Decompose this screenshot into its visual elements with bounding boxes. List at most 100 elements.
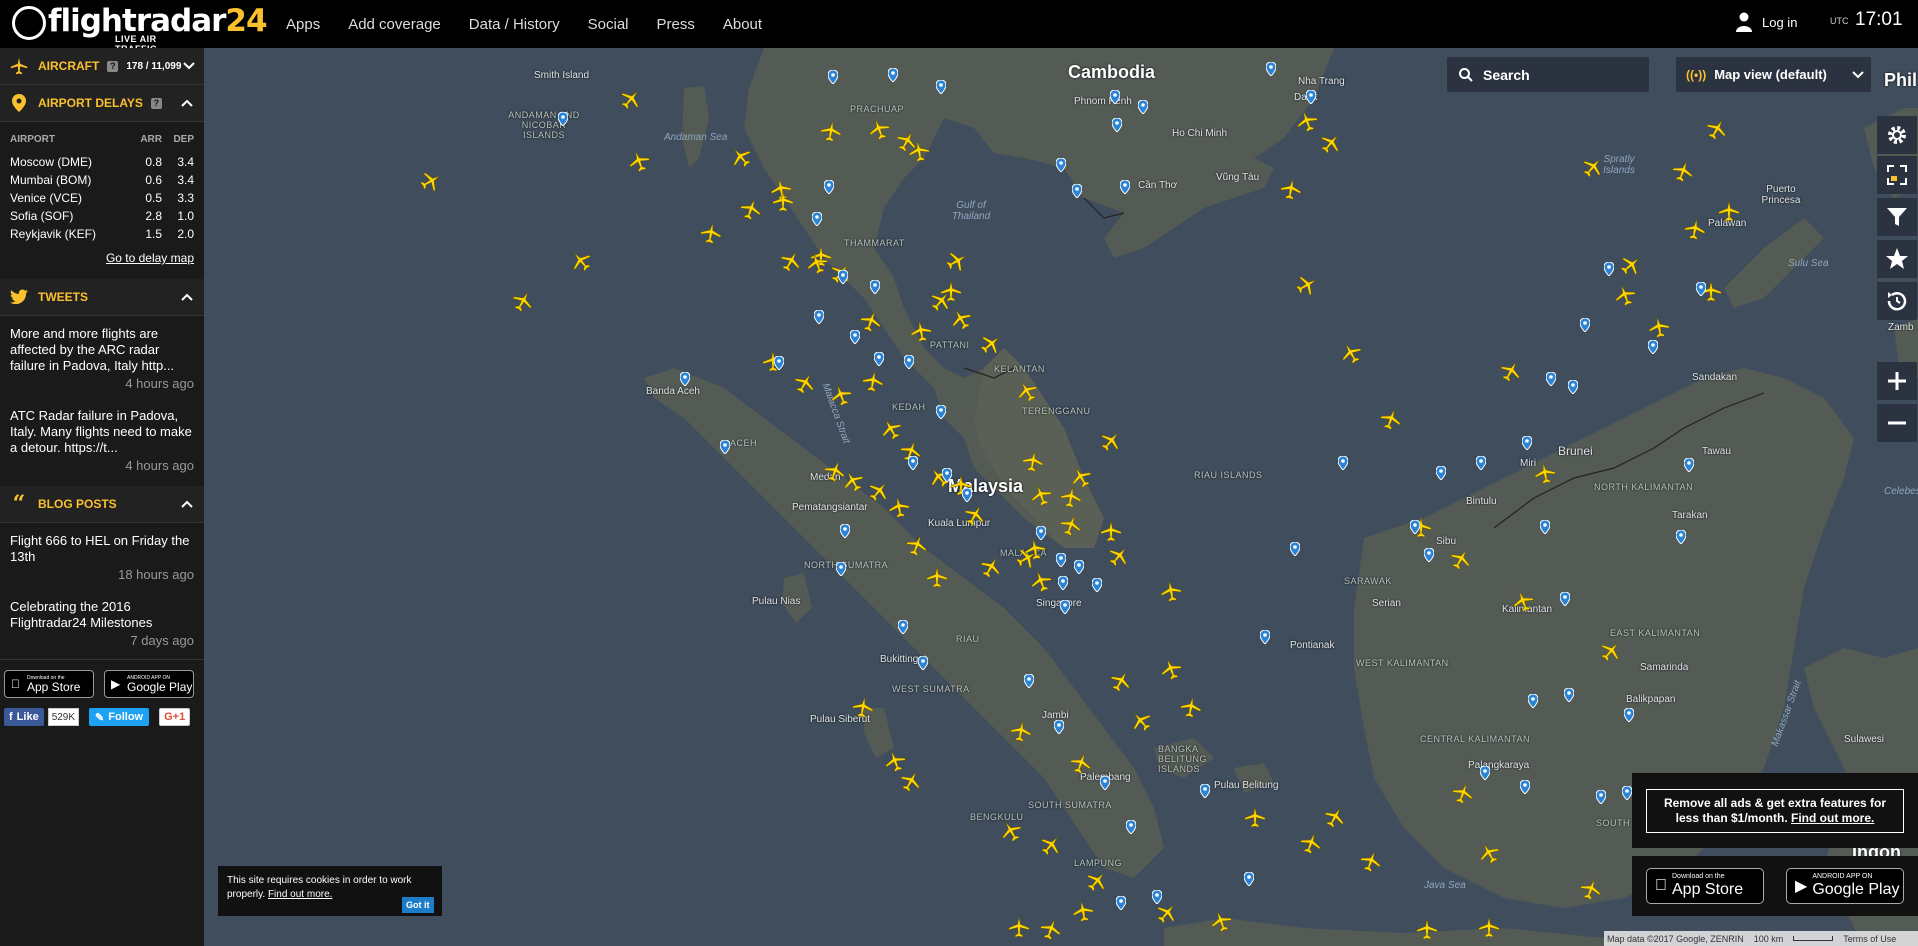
airport-pin[interactable] bbox=[1305, 89, 1317, 105]
aircraft-marker[interactable] bbox=[908, 318, 933, 343]
chevron-up-icon[interactable] bbox=[180, 96, 194, 110]
google-plus-button[interactable]: G+1 bbox=[159, 708, 191, 726]
airport-pin[interactable] bbox=[907, 455, 919, 471]
airport-pin[interactable] bbox=[719, 439, 731, 455]
aircraft-marker[interactable] bbox=[850, 694, 875, 719]
nav-press[interactable]: Press bbox=[657, 16, 695, 33]
airport-delays-section-header[interactable]: AIRPORT DELAYS ? bbox=[0, 85, 204, 122]
zoom-out-button[interactable] bbox=[1877, 404, 1917, 442]
aircraft-marker[interactable] bbox=[1022, 536, 1047, 561]
airport-pin[interactable] bbox=[557, 111, 569, 127]
aircraft-marker[interactable] bbox=[1008, 718, 1033, 743]
find-out-more-link[interactable]: Find out more. bbox=[1791, 811, 1874, 825]
aircraft-marker[interactable] bbox=[1478, 916, 1500, 938]
airport-pin[interactable] bbox=[1259, 629, 1271, 645]
settings-button[interactable] bbox=[1877, 116, 1917, 154]
airport-pin[interactable] bbox=[1521, 435, 1533, 451]
table-row[interactable]: Reykjavik (KEF) 1.5 2.0 bbox=[10, 225, 194, 243]
airport-pin[interactable] bbox=[1527, 693, 1539, 709]
airport-pin[interactable] bbox=[1647, 339, 1659, 355]
airport-pin[interactable] bbox=[813, 309, 825, 325]
blog-posts-section-header[interactable]: “ BLOG POSTS bbox=[0, 486, 204, 523]
airport-pin[interactable] bbox=[1675, 529, 1687, 545]
airport-pin[interactable] bbox=[1579, 317, 1591, 333]
delay-map-link[interactable]: Go to delay map bbox=[10, 251, 194, 279]
twitter-follow-button[interactable]: ✎ Follow bbox=[89, 708, 150, 726]
table-row[interactable]: Moscow (DME) 0.8 3.4 bbox=[10, 153, 194, 171]
chevron-up-icon[interactable] bbox=[180, 290, 194, 304]
airport-pin[interactable] bbox=[897, 619, 909, 635]
aircraft-marker[interactable] bbox=[1682, 216, 1707, 241]
airport-pin[interactable] bbox=[1023, 673, 1035, 689]
fullscreen-button[interactable] bbox=[1877, 156, 1917, 194]
terms-of-use-link[interactable]: Terms of Use bbox=[1843, 934, 1896, 944]
filter-button[interactable] bbox=[1877, 198, 1917, 236]
airport-pin[interactable] bbox=[1567, 379, 1579, 395]
airport-pin[interactable] bbox=[1423, 547, 1435, 563]
airport-pin[interactable] bbox=[1289, 541, 1301, 557]
flightradar24-logo[interactable]: flightradar24 LIVE AIR TRAFFIC bbox=[10, 2, 268, 54]
airport-pin[interactable] bbox=[1595, 789, 1607, 805]
airport-pin[interactable] bbox=[1137, 99, 1149, 115]
chevron-up-icon[interactable] bbox=[180, 497, 194, 511]
airport-pin[interactable] bbox=[1695, 281, 1707, 297]
airport-pin[interactable] bbox=[1563, 687, 1575, 703]
airport-pin[interactable] bbox=[1265, 61, 1277, 77]
airport-pin[interactable] bbox=[1337, 455, 1349, 471]
airport-pin[interactable] bbox=[1603, 261, 1615, 277]
list-item[interactable]: More and more flights are affected by th… bbox=[0, 316, 204, 398]
google-play-button[interactable]: ▶ ANDROID APP ON Google Play bbox=[104, 670, 194, 698]
aircraft-marker[interactable] bbox=[1100, 520, 1122, 542]
aircraft-marker[interactable] bbox=[1278, 176, 1303, 201]
airport-pin[interactable] bbox=[1199, 783, 1211, 799]
airport-pin[interactable] bbox=[1099, 775, 1111, 791]
airport-pin[interactable] bbox=[1059, 599, 1071, 615]
airport-pin[interactable] bbox=[1151, 889, 1163, 905]
nav-social[interactable]: Social bbox=[588, 16, 629, 33]
airport-pin[interactable] bbox=[1243, 871, 1255, 887]
app-store-button[interactable]:  Download on theApp Store bbox=[4, 670, 94, 698]
favorites-button[interactable] bbox=[1877, 240, 1917, 278]
airport-pin[interactable] bbox=[849, 329, 861, 345]
airport-pin[interactable] bbox=[1683, 457, 1695, 473]
table-row[interactable]: Venice (VCE) 0.5 3.3 bbox=[10, 189, 194, 207]
delays-help-icon[interactable]: ? bbox=[150, 97, 162, 109]
flight-map[interactable]: Cambodia Malaysia Phil Indon Phnom Penh … bbox=[204, 48, 1918, 946]
airport-pin[interactable] bbox=[773, 355, 785, 371]
airport-pin[interactable] bbox=[1055, 157, 1067, 173]
map-view-dropdown[interactable]: ((•)) Map view (default) bbox=[1676, 57, 1871, 92]
aircraft-marker[interactable] bbox=[906, 138, 931, 163]
airport-pin[interactable] bbox=[935, 79, 947, 95]
airport-pin[interactable] bbox=[935, 404, 947, 420]
aircraft-marker[interactable] bbox=[1244, 806, 1266, 828]
airport-pin[interactable] bbox=[811, 211, 823, 227]
aircraft-marker[interactable] bbox=[1646, 314, 1671, 339]
airport-pin[interactable] bbox=[1057, 575, 1069, 591]
nav-data-history[interactable]: Data / History bbox=[469, 16, 560, 33]
airport-pin[interactable] bbox=[679, 371, 691, 387]
aircraft-marker[interactable] bbox=[1070, 898, 1095, 923]
app-store-button[interactable]:  Download on theApp Store bbox=[1646, 868, 1764, 904]
aircraft-section-header[interactable]: AIRCRAFT ? 178 / 11,099 bbox=[0, 48, 204, 85]
aircraft-marker[interactable] bbox=[940, 280, 962, 302]
airport-pin[interactable] bbox=[1475, 455, 1487, 471]
airport-pin[interactable] bbox=[1109, 89, 1121, 105]
facebook-like-button[interactable]: f Like bbox=[4, 708, 44, 726]
aircraft-marker[interactable] bbox=[698, 220, 723, 245]
chevron-down-icon[interactable] bbox=[182, 59, 196, 73]
aircraft-marker[interactable] bbox=[1532, 460, 1557, 485]
aircraft-marker[interactable] bbox=[1416, 918, 1438, 940]
aircraft-marker[interactable] bbox=[886, 494, 911, 519]
airport-pin[interactable] bbox=[1111, 117, 1123, 133]
airport-pin[interactable] bbox=[961, 487, 973, 503]
table-row[interactable]: Mumbai (BOM) 0.6 3.4 bbox=[10, 171, 194, 189]
airport-pin[interactable] bbox=[1621, 785, 1633, 801]
list-item[interactable]: Flight 666 to HEL on Friday the 13th 18 … bbox=[0, 523, 204, 589]
airport-pin[interactable] bbox=[1539, 519, 1551, 535]
login-button[interactable]: Log in bbox=[1736, 12, 1797, 32]
aircraft-marker[interactable] bbox=[818, 118, 843, 143]
airport-pin[interactable] bbox=[1559, 591, 1571, 607]
aircraft-marker[interactable] bbox=[926, 566, 948, 588]
nav-about[interactable]: About bbox=[723, 16, 762, 33]
airport-pin[interactable] bbox=[1519, 779, 1531, 795]
